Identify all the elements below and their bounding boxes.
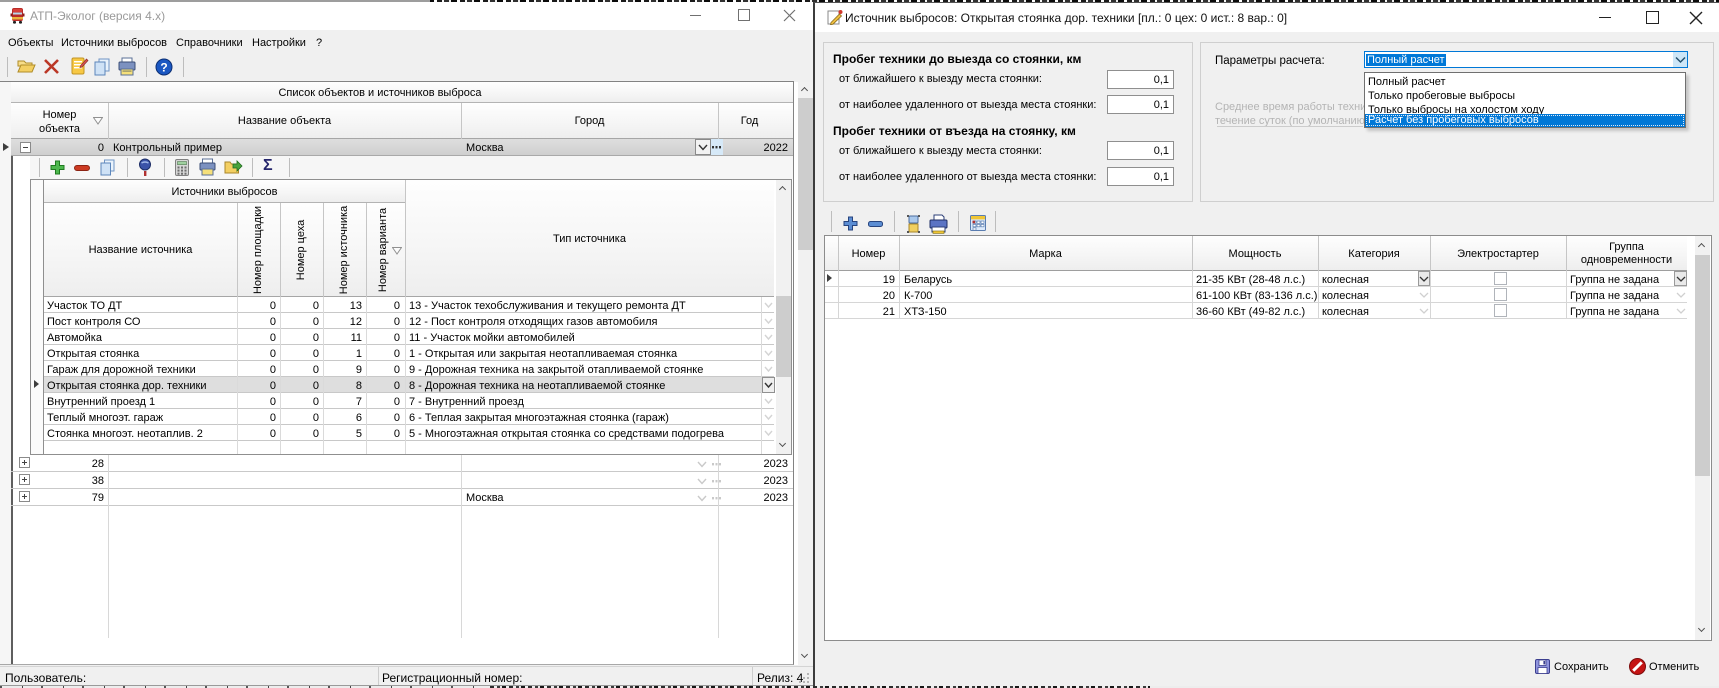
svg-text:?: ? xyxy=(160,61,167,75)
